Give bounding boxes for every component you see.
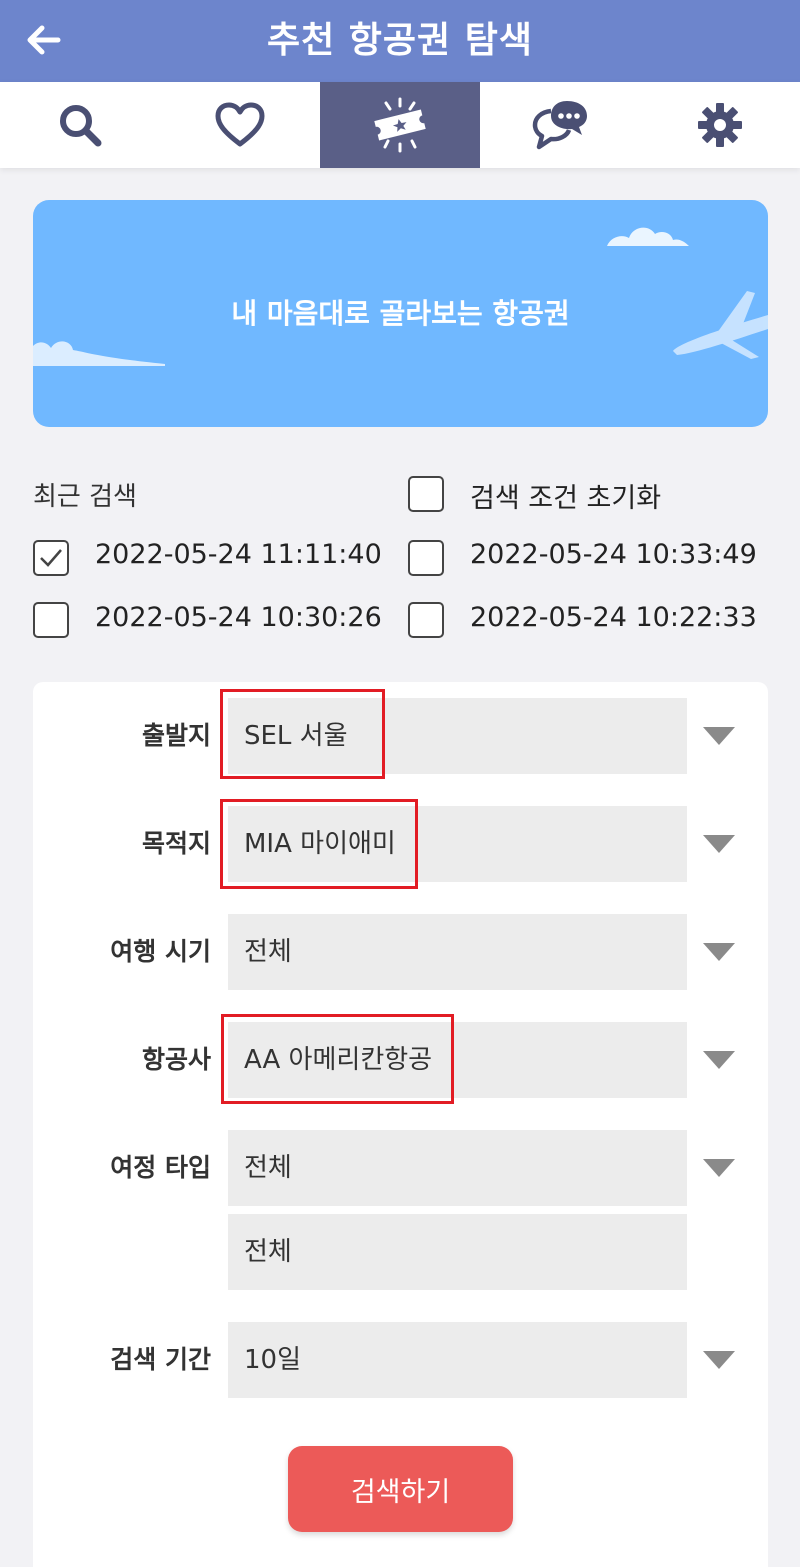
chevron-down-icon[interactable]: [703, 1051, 735, 1069]
recent-checkbox-4[interactable]: [408, 602, 444, 638]
trip-type-select[interactable]: 전체: [228, 1130, 687, 1206]
travel-period-label: 여행 시기: [110, 937, 211, 966]
trip-type-sub-value: 전체: [244, 1237, 292, 1267]
tab-recommend[interactable]: [320, 82, 480, 168]
duration-select[interactable]: 10일: [228, 1322, 687, 1398]
gear-icon: [698, 103, 742, 147]
recent-item-1[interactable]: 2022-05-24 11:11:40: [95, 539, 382, 570]
highlight-box: [220, 689, 385, 779]
heart-icon: [215, 102, 265, 147]
duration-value: 10일: [244, 1345, 302, 1375]
chevron-down-icon[interactable]: [703, 727, 735, 745]
chevron-down-icon[interactable]: [703, 1351, 735, 1369]
tab-settings[interactable]: [640, 82, 800, 168]
recent-checkbox-1[interactable]: [33, 540, 69, 576]
recent-item-3[interactable]: 2022-05-24 10:30:26: [95, 602, 382, 633]
travel-period-select[interactable]: 전체: [228, 914, 687, 990]
travel-period-value: 전체: [244, 937, 292, 967]
search-icon: [60, 105, 102, 147]
search-button[interactable]: 검색하기: [288, 1446, 513, 1532]
chevron-down-icon[interactable]: [703, 943, 735, 961]
destination-label: 목적지: [141, 829, 211, 858]
recent-checkbox-2[interactable]: [408, 540, 444, 576]
highlight-box: [220, 799, 418, 889]
app-header: 추천 항공권 탐색: [0, 0, 800, 82]
trip-type-value: 전체: [244, 1153, 292, 1183]
recent-searches: 최근 검색 검색 조건 초기화 2022-05-24 11:11:40 2022…: [0, 460, 800, 660]
recent-item-4[interactable]: 2022-05-24 10:22:33: [470, 602, 757, 633]
tab-search[interactable]: [0, 82, 160, 168]
chevron-down-icon[interactable]: [703, 1159, 735, 1177]
tab-bar: [0, 82, 800, 168]
recent-checkbox-3[interactable]: [33, 602, 69, 638]
recent-item-2[interactable]: 2022-05-24 10:33:49: [470, 539, 757, 570]
tab-favorites[interactable]: [160, 82, 320, 168]
departure-label: 출발지: [141, 721, 211, 750]
reset-label: 검색 조건 초기화: [470, 483, 662, 514]
checkmark-icon: [40, 549, 62, 567]
chat-icon: [532, 101, 587, 150]
duration-label: 검색 기간: [110, 1345, 211, 1374]
banner-text: 내 마음대로 골라보는 항공권: [231, 297, 570, 330]
search-form: 출발지 SEL 서울 목적지 MIA 마이애미 여행 시기 전체 항공사 AA …: [33, 682, 768, 1567]
tab-chat[interactable]: [480, 82, 640, 168]
chevron-down-icon[interactable]: [703, 835, 735, 853]
page-title: 추천 항공권 탐색: [267, 20, 533, 61]
trip-type-label: 여정 타입: [110, 1153, 211, 1182]
reset-checkbox[interactable]: [408, 476, 444, 512]
recent-search-label: 최근 검색: [33, 482, 137, 512]
ticket-icon: [374, 97, 426, 153]
highlight-box: [221, 1014, 454, 1104]
promo-banner[interactable]: 내 마음대로 골라보는 항공권: [33, 200, 768, 427]
airline-label: 항공사: [141, 1045, 211, 1074]
trip-type-sub-field[interactable]: 전체: [228, 1214, 687, 1290]
